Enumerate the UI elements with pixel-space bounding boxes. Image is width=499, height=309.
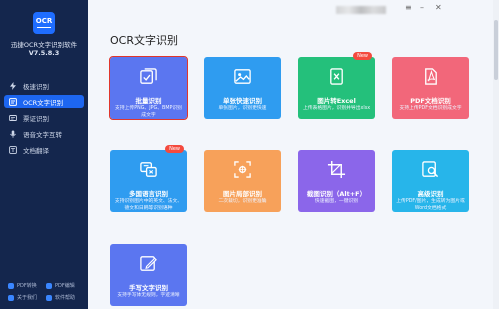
footer-help[interactable]: 软件帮助 bbox=[46, 294, 75, 301]
lightning-icon bbox=[9, 81, 17, 90]
sidebar-item-speech[interactable]: 语音文字互转 bbox=[4, 127, 84, 140]
card-batch-recognition[interactable]: 批量识别 支持上传PNG、JPG、BMP识别成文字 bbox=[109, 56, 188, 120]
sidebar-item-label: OCR文字识别 bbox=[23, 98, 64, 107]
app-logo: OCR bbox=[33, 12, 55, 34]
image-icon bbox=[234, 69, 251, 84]
help-icon bbox=[46, 294, 52, 301]
card-desc: 快速截图，一键识别 bbox=[314, 199, 359, 204]
card-title: 手写文字识别 bbox=[129, 284, 168, 292]
logo-bar bbox=[37, 26, 51, 29]
pdf-edit-icon bbox=[46, 282, 52, 289]
page-title: OCR文字识别 bbox=[110, 34, 178, 47]
pdf-convert-icon bbox=[8, 282, 14, 289]
card-partial-image[interactable]: 图片局部识别 二次裁切，识别更准确 bbox=[204, 150, 281, 212]
footer-label: 软件帮助 bbox=[55, 295, 76, 301]
minimize-button[interactable]: – bbox=[420, 3, 424, 12]
advanced-search-icon bbox=[422, 161, 439, 178]
card-desc: 支持上传PNG、JPG、BMP识别成文字 bbox=[115, 106, 182, 118]
card-pdf-recognition[interactable]: PDF文档识别 支持上传PDF文档识别成文字 bbox=[392, 57, 469, 119]
card-multi-language[interactable]: 多国语言识别 支持识别图片中的英文、法文、德文和日韩等识别语种 New bbox=[110, 145, 187, 212]
footer-label: PDF转换 bbox=[17, 283, 37, 289]
translate-icon bbox=[9, 145, 17, 154]
sidebar-item-label: 语音文字互转 bbox=[23, 130, 62, 139]
card-title: 截图识别（Alt+F） bbox=[306, 190, 367, 198]
footer-pdf-edit[interactable]: PDF编辑 bbox=[46, 282, 75, 289]
card-screenshot[interactable]: 截图识别（Alt+F） 快速截图，一键识别 bbox=[298, 150, 375, 212]
scrollbar[interactable] bbox=[493, 0, 499, 309]
ticket-icon bbox=[9, 114, 17, 122]
logo-text: OCR bbox=[35, 16, 53, 25]
card-image-to-excel[interactable]: 图片转Excel 上传表格图片，识别并导出xlsx New bbox=[298, 52, 375, 119]
sidebar: OCR 迅捷OCR文字识别软件 V7.5.8.3 极速识别 OCR文字识别 票证… bbox=[0, 0, 88, 309]
footer-about[interactable]: 关于我们 bbox=[8, 294, 37, 301]
footer-pdf-convert[interactable]: PDF转换 bbox=[8, 282, 37, 289]
language-icon bbox=[140, 162, 157, 177]
card-title: 单张快速识别 bbox=[223, 97, 262, 105]
card-desc: 支持识别图片中的英文、法文、德文和日韩等识别语种 bbox=[114, 199, 183, 211]
card-title: PDF文档识别 bbox=[410, 97, 451, 105]
sidebar-item-label: 票证识别 bbox=[23, 114, 49, 123]
card-handwriting[interactable]: 手写文字识别 支持手写体无规则，字迹清晰 bbox=[110, 244, 187, 306]
sidebar-item-translate[interactable]: 文档翻译 bbox=[4, 143, 84, 156]
card-title: 图片局部识别 bbox=[223, 190, 262, 198]
menu-button[interactable]: ≡ bbox=[405, 3, 412, 12]
card-title: 高级识别 bbox=[417, 190, 444, 198]
card-desc: 上传表格图片，识别并导出xlsx bbox=[302, 106, 371, 111]
sidebar-item-ticket[interactable]: 票证识别 bbox=[4, 111, 84, 124]
about-icon bbox=[8, 294, 14, 301]
card-desc: 支持手写体无规则，字迹清晰 bbox=[117, 293, 180, 298]
sidebar-item-fast-recognition[interactable]: 极速识别 bbox=[4, 79, 84, 92]
batch-scan-icon bbox=[140, 68, 157, 84]
crop-scan-icon bbox=[234, 161, 251, 178]
close-button[interactable]: ✕ bbox=[435, 3, 442, 12]
handwriting-icon bbox=[140, 256, 157, 271]
card-advanced[interactable]: 高级识别 上传PDF/图片，生成转为图片或Word文档格式 bbox=[392, 150, 469, 212]
card-desc: 单张图片，识别更快速 bbox=[218, 106, 267, 111]
card-single-quick[interactable]: 单张快速识别 单张图片，识别更快速 bbox=[204, 57, 281, 119]
microphone-icon bbox=[9, 130, 17, 138]
app-name: 迅捷OCR文字识别软件 bbox=[10, 41, 78, 49]
sidebar-item-label: 文档翻译 bbox=[23, 146, 49, 155]
scrollbar-thumb[interactable] bbox=[494, 20, 498, 80]
card-title: 批量识别 bbox=[135, 97, 162, 105]
card-desc: 支持上传PDF文档识别成文字 bbox=[399, 106, 462, 111]
card-desc: 上传PDF/图片，生成转为图片或Word文档格式 bbox=[396, 199, 465, 211]
sidebar-item-label: 极速识别 bbox=[23, 82, 49, 91]
screenshot-icon bbox=[327, 160, 346, 179]
card-desc: 二次裁切，识别更准确 bbox=[218, 199, 267, 204]
card-title: 图片转Excel bbox=[317, 97, 356, 105]
excel-icon bbox=[330, 68, 343, 85]
pdf-icon bbox=[425, 68, 437, 85]
footer-label: 关于我们 bbox=[17, 295, 38, 301]
sidebar-item-ocr[interactable]: OCR文字识别 bbox=[4, 95, 84, 108]
new-badge: New bbox=[165, 145, 184, 153]
redacted-area bbox=[336, 6, 386, 14]
new-badge: New bbox=[353, 52, 372, 60]
app-version: V7.5.8.3 bbox=[28, 49, 60, 57]
ocr-icon bbox=[9, 97, 17, 106]
card-title: 多国语言识别 bbox=[129, 190, 168, 198]
footer-label: PDF编辑 bbox=[55, 283, 75, 289]
